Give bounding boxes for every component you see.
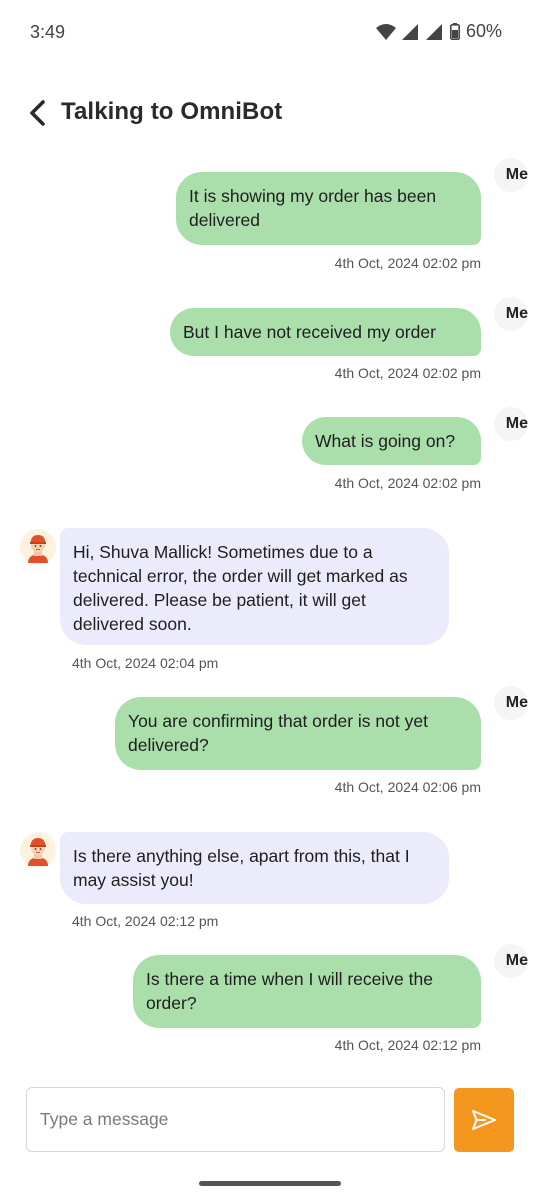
page-title: Talking to OmniBot — [61, 98, 283, 125]
me-avatar: Me — [494, 944, 528, 978]
message-timestamp: 4th Oct, 2024 02:12 pm — [334, 1037, 481, 1053]
me-avatar: Me — [494, 297, 528, 331]
battery-percent: 60% — [465, 21, 502, 41]
message-timestamp: 4th Oct, 2024 02:02 pm — [334, 255, 481, 271]
chat-bubble-bot: Hi, Shuva Mallick! Sometimes due to a te… — [60, 528, 449, 645]
chat-bubble-me: It is showing my order has been delivere… — [176, 172, 481, 245]
chat-bubble-bot: Is there anything else, apart from this,… — [60, 832, 449, 904]
home-indicator[interactable] — [199, 1181, 341, 1186]
message-input[interactable] — [26, 1087, 445, 1152]
me-label: Me — [505, 952, 528, 969]
status-time: 3:49 — [30, 22, 66, 42]
bot-avatar — [20, 832, 56, 868]
battery-icon — [449, 23, 460, 40]
me-avatar: Me — [494, 407, 528, 441]
me-label: Me — [505, 415, 528, 432]
status-icons: 60% — [375, 21, 502, 42]
back-button[interactable] — [22, 96, 52, 130]
chat-bubble-me: But I have not received my order — [170, 308, 481, 356]
chat-bubble-me: Is there a time when I will receive the … — [133, 955, 481, 1028]
me-label: Me — [505, 166, 528, 183]
me-avatar: Me — [494, 158, 528, 192]
send-button[interactable] — [454, 1088, 514, 1152]
delivery-agent-icon — [28, 838, 48, 866]
me-label: Me — [505, 305, 528, 322]
message-timestamp: 4th Oct, 2024 02:06 pm — [334, 779, 481, 795]
back-arrow-icon — [30, 100, 45, 126]
message-timestamp: 4th Oct, 2024 02:12 pm — [72, 913, 219, 929]
message-composer — [0, 1087, 540, 1153]
message-timestamp: 4th Oct, 2024 02:02 pm — [334, 365, 481, 381]
signal-icon — [425, 23, 444, 40]
me-label: Me — [505, 694, 528, 711]
bot-avatar — [20, 529, 56, 565]
me-avatar: Me — [494, 686, 528, 720]
delivery-agent-icon — [28, 535, 48, 563]
chat-bubble-me: What is going on? — [302, 417, 481, 465]
message-timestamp: 4th Oct, 2024 02:04 pm — [72, 655, 219, 671]
chat-bubble-me: You are confirming that order is not yet… — [115, 697, 481, 770]
wifi-icon — [375, 23, 396, 40]
signal-icon — [401, 23, 420, 40]
chat-header: Talking to OmniBot — [0, 90, 540, 136]
message-timestamp: 4th Oct, 2024 02:02 pm — [334, 475, 481, 491]
status-bar: 3:49 60% — [0, 0, 540, 66]
send-icon — [472, 1110, 496, 1130]
